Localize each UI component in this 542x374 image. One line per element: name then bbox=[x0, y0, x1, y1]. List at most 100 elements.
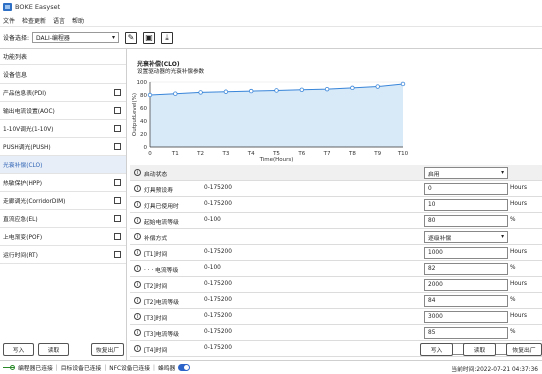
device-select[interactable]: DALI-编程器 ▾ bbox=[32, 32, 120, 43]
sidebar-item[interactable]: 产品信息表(PDI) bbox=[0, 84, 126, 102]
param-label: [T3]电流等级 bbox=[144, 332, 179, 338]
title-bar: BOKE Easyset bbox=[0, 0, 542, 14]
factory-reset-button-main[interactable]: 恢复出厂 bbox=[506, 343, 542, 356]
sidebar-item-label: 直流应急(EL) bbox=[3, 217, 38, 223]
param-row: i [T2]时间 0-175200 2000 Hours bbox=[130, 277, 542, 293]
param-range: 0-175200 bbox=[204, 329, 232, 335]
param-unit: Hours bbox=[510, 185, 527, 191]
sidebar-item-checkbox[interactable] bbox=[114, 89, 121, 96]
buzzer-toggle[interactable] bbox=[178, 364, 191, 371]
info-icon[interactable]: i bbox=[134, 345, 141, 352]
param-dropdown[interactable]: 启用 ▾ bbox=[424, 167, 508, 179]
info-icon[interactable]: i bbox=[134, 249, 141, 256]
sidebar-item-device-info[interactable]: 设备信息 bbox=[0, 65, 126, 84]
info-icon[interactable]: i bbox=[134, 281, 141, 288]
param-input[interactable]: 2000 bbox=[424, 279, 508, 291]
param-input[interactable]: 10 bbox=[424, 199, 508, 211]
chevron-down-icon: ▾ bbox=[112, 34, 116, 41]
info-icon[interactable]: i bbox=[134, 185, 141, 192]
param-range: 0-175200 bbox=[204, 345, 232, 351]
read-button[interactable]: 读取 bbox=[38, 343, 69, 356]
menu-help[interactable]: 帮助 bbox=[72, 16, 84, 25]
write-button-main[interactable]: 写入 bbox=[420, 343, 453, 356]
param-range: 0-175200 bbox=[204, 297, 232, 303]
chevron-down-icon: ▾ bbox=[501, 170, 504, 176]
sidebar-item[interactable]: 走廊调光(CorridorDIM) bbox=[0, 192, 126, 210]
sidebar-item-checkbox[interactable] bbox=[114, 233, 121, 240]
menu-file[interactable]: 文件 bbox=[3, 16, 15, 25]
param-row: i · · · 电流等级 0-100 82% bbox=[130, 261, 542, 277]
y-tick-label: 80 bbox=[140, 93, 147, 99]
window-title: BOKE Easyset bbox=[15, 3, 61, 11]
param-value: 82 bbox=[428, 266, 436, 272]
save-icon[interactable]: ▣ bbox=[143, 31, 156, 44]
sidebar-item-label: 上电渐变(POF) bbox=[3, 235, 43, 241]
data-point bbox=[324, 86, 330, 92]
param-input[interactable]: 85 bbox=[424, 327, 508, 339]
sidebar-item[interactable]: 1-10V调光(1-10V) bbox=[0, 120, 126, 138]
param-input[interactable]: 82 bbox=[424, 263, 508, 275]
param-unit: % bbox=[510, 265, 516, 271]
data-point bbox=[400, 81, 406, 87]
info-icon[interactable]: i bbox=[134, 329, 141, 336]
data-point bbox=[350, 85, 355, 91]
param-unit: Hours bbox=[510, 249, 527, 255]
param-input[interactable]: 3000 bbox=[424, 311, 508, 323]
x-tick-label: T10 bbox=[397, 151, 409, 157]
param-value: 逐级补偿 bbox=[428, 235, 452, 242]
info-icon[interactable]: i bbox=[134, 169, 141, 176]
param-range: 0-175200 bbox=[204, 313, 232, 319]
info-icon[interactable]: i bbox=[134, 201, 141, 208]
y-tick-label: 100 bbox=[137, 80, 148, 86]
param-value: 2000 bbox=[428, 282, 443, 288]
sidebar-item-checkbox[interactable] bbox=[114, 197, 121, 204]
sidebar-item-checkbox[interactable] bbox=[114, 107, 121, 114]
param-unit: % bbox=[510, 329, 516, 335]
data-point bbox=[223, 89, 229, 94]
sidebar-item[interactable]: 热敏保护(HPP) bbox=[0, 174, 126, 192]
param-label: [T4]时间 bbox=[144, 348, 168, 354]
sidebar-item-checkbox[interactable] bbox=[114, 125, 121, 132]
sidebar-item-checkbox[interactable] bbox=[114, 179, 121, 186]
param-input[interactable]: 1000 bbox=[424, 247, 508, 259]
sidebar-item[interactable]: 输出电流设置(AOC) bbox=[0, 102, 126, 120]
x-tick-label: T1 bbox=[171, 151, 179, 157]
param-input[interactable]: 80 bbox=[424, 215, 508, 227]
sidebar-item-checkbox[interactable] bbox=[114, 215, 121, 222]
factory-reset-button[interactable]: 恢复出厂 bbox=[91, 343, 124, 356]
info-icon[interactable]: i bbox=[134, 297, 141, 304]
status-buzzer-label: 蜂鸣器 bbox=[157, 366, 176, 372]
sidebar-item[interactable]: PUSH调光(PUSH) bbox=[0, 138, 126, 156]
param-input[interactable]: 0 bbox=[424, 183, 508, 195]
menu-check-update[interactable]: 检查更新 bbox=[22, 16, 46, 25]
param-value: 80 bbox=[428, 218, 436, 224]
param-label: 启动状态 bbox=[144, 172, 168, 178]
param-range: 0-175200 bbox=[204, 249, 232, 255]
sidebar-item-label: 1-10V调光(1-10V) bbox=[3, 127, 54, 133]
param-row: i [T3]时间 0-175200 3000 Hours bbox=[130, 309, 542, 325]
sidebar-item-checkbox[interactable] bbox=[114, 251, 121, 258]
write-button[interactable]: 写入 bbox=[3, 343, 34, 356]
read-button-main[interactable]: 读取 bbox=[463, 343, 496, 356]
function-sidebar: 功能列表 设备信息 产品信息表(PDI) 输出电流设置(AOC) 1-10V调光(1… bbox=[0, 49, 127, 360]
info-icon[interactable]: i bbox=[134, 217, 141, 224]
menu-language[interactable]: 语言 bbox=[53, 16, 65, 25]
info-icon[interactable]: i bbox=[134, 265, 141, 272]
info-icon[interactable]: i bbox=[134, 313, 141, 320]
sidebar-item[interactable]: 上电渐变(POF) bbox=[0, 228, 126, 246]
param-dropdown[interactable]: 逐级补偿 ▾ bbox=[424, 231, 508, 243]
sidebar-item[interactable]: 运行时间(RT) bbox=[0, 246, 126, 264]
param-label: 灯具预设寿 bbox=[144, 188, 173, 194]
sidebar-item-checkbox[interactable] bbox=[114, 143, 121, 150]
param-label: [T2]时间 bbox=[144, 284, 168, 290]
param-value: 3000 bbox=[428, 314, 443, 320]
sidebar-item[interactable]: 光衰补偿(CLO) bbox=[0, 156, 126, 174]
sidebar-item-label: 产品信息表(PDI) bbox=[3, 91, 47, 97]
param-input[interactable]: 84 bbox=[424, 295, 508, 307]
sidebar-item[interactable]: 直流应急(EL) bbox=[0, 210, 126, 228]
edit-icon[interactable]: ✎ bbox=[125, 31, 138, 44]
download-icon[interactable]: ⤓ bbox=[161, 31, 174, 44]
y-tick-label: 60 bbox=[140, 106, 147, 112]
info-icon[interactable]: i bbox=[134, 233, 141, 240]
param-range: 0-175200 bbox=[204, 185, 232, 191]
